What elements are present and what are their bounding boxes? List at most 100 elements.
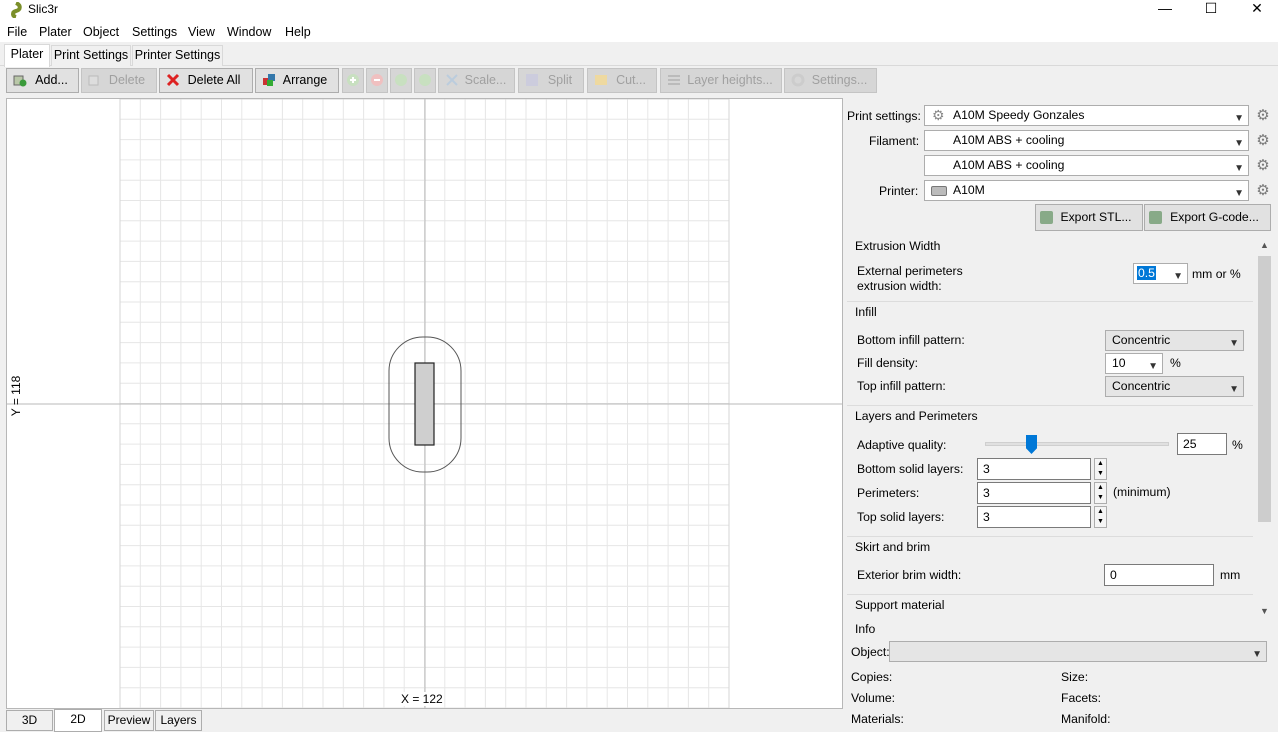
menu-help[interactable]: Help <box>285 25 311 40</box>
fill-density-value: 10 <box>1112 356 1126 370</box>
settings-scrollbar[interactable]: ▲ ▼ <box>1256 238 1273 620</box>
chevron-down-icon: ▼ <box>1234 113 1244 124</box>
view-tab-layers[interactable]: Layers <box>155 710 202 731</box>
support-material-heading: Support material <box>855 598 945 612</box>
delete-icon <box>88 75 99 86</box>
top-infill-value: Concentric <box>1112 379 1171 393</box>
menu-object[interactable]: Object <box>83 25 119 40</box>
menu-bar: File Plater Object Settings View Window … <box>0 22 1278 42</box>
scroll-down-icon[interactable]: ▼ <box>1260 606 1269 616</box>
chevron-down-icon: ▼ <box>1229 338 1239 349</box>
export-stl-button[interactable]: Export STL... <box>1035 204 1143 231</box>
add-icon <box>13 75 27 87</box>
filament-gear-icon[interactable]: ⚙ <box>1254 132 1272 150</box>
layer-heights-label: Layer heights... <box>687 73 773 87</box>
title-bar: Slic3r — ☐ ✕ <box>0 0 1278 22</box>
layer-heights-button[interactable]: Layer heights... <box>660 68 782 93</box>
export-gcode-label: Export G-code... <box>1170 210 1259 224</box>
brim-width-unit: mm <box>1220 568 1241 582</box>
add-button[interactable]: Add... <box>6 68 79 93</box>
filament-2-gear-icon[interactable]: ⚙ <box>1254 157 1272 175</box>
menu-window[interactable]: Window <box>227 25 271 40</box>
export-gcode-button[interactable]: Export G-code... <box>1144 204 1271 231</box>
printer-gear-icon[interactable]: ⚙ <box>1254 182 1272 200</box>
extrusion-width-unit: mm or % <box>1192 267 1241 281</box>
filament-value-2: A10M ABS + cooling <box>953 158 1065 172</box>
split-icon <box>526 74 538 86</box>
view-tab-preview[interactable]: Preview <box>104 710 154 731</box>
scale-button[interactable]: Scale... <box>438 68 515 93</box>
menu-settings[interactable]: Settings <box>132 25 177 40</box>
close-button[interactable]: ✕ <box>1234 0 1278 22</box>
object-select[interactable]: ▼ <box>889 641 1267 662</box>
external-perimeters-width-input[interactable]: 0.5 ▼ <box>1133 263 1188 284</box>
view-tab-2d[interactable]: 2D <box>54 709 102 732</box>
object-settings-button[interactable]: Settings... <box>784 68 877 93</box>
bottom-solid-layers-label: Bottom solid layers: <box>857 462 964 476</box>
cut-button[interactable]: Cut... <box>587 68 657 93</box>
fill-density-label: Fill density: <box>857 356 918 370</box>
arrange-button[interactable]: Arrange <box>255 68 339 93</box>
fill-density-select[interactable]: 10 ▼ <box>1105 353 1163 374</box>
rotate-right-button[interactable] <box>414 68 436 93</box>
bottom-solid-layers-spinner[interactable]: ▲ ▼ <box>1094 458 1107 480</box>
maximize-button[interactable]: ☐ <box>1188 0 1234 22</box>
chevron-down-icon: ▼ <box>1148 361 1158 372</box>
adaptive-quality-slider[interactable] <box>1026 435 1037 454</box>
bottom-infill-select[interactable]: Concentric ▼ <box>1105 330 1244 351</box>
tab-printer-settings[interactable]: Printer Settings <box>132 45 223 66</box>
split-button[interactable]: Split <box>518 68 584 93</box>
filament-select-1[interactable]: A10M ABS + cooling ▼ <box>924 130 1249 151</box>
printer-select[interactable]: A10M ▼ <box>924 180 1249 201</box>
tab-plater[interactable]: Plater <box>4 44 50 67</box>
perimeters-input[interactable]: 3 <box>977 482 1091 504</box>
menu-view[interactable]: View <box>188 25 215 40</box>
filament-select-2[interactable]: A10M ABS + cooling ▼ <box>924 155 1249 176</box>
rotate-left-icon <box>395 74 407 86</box>
top-solid-layers-spinner[interactable]: ▲ ▼ <box>1094 506 1107 528</box>
perimeters-spinner[interactable]: ▲ ▼ <box>1094 482 1107 504</box>
fill-density-unit: % <box>1170 356 1181 370</box>
scrollbar-thumb[interactable] <box>1258 256 1271 522</box>
adaptive-quality-input[interactable]: 25 <box>1177 433 1227 455</box>
scroll-up-icon[interactable]: ▲ <box>1260 240 1269 250</box>
manifold-label: Manifold: <box>1061 712 1111 726</box>
increase-copies-button[interactable] <box>342 68 364 93</box>
brim-width-label: Exterior brim width: <box>857 568 962 582</box>
object-label: Object: <box>851 645 890 659</box>
plater-canvas[interactable]: X = 122 Y = 118 <box>6 98 843 709</box>
chevron-down-icon: ▼ <box>1252 649 1262 660</box>
delete-label: Delete <box>108 73 146 87</box>
view-tab-3d[interactable]: 3D <box>6 710 53 731</box>
bed-grid <box>7 99 842 708</box>
top-infill-select[interactable]: Concentric ▼ <box>1105 376 1244 397</box>
chevron-down-icon: ▼ <box>1234 138 1244 149</box>
tab-print-settings[interactable]: Print Settings <box>51 45 131 66</box>
brim-width-input[interactable]: 0 <box>1104 564 1214 586</box>
plus-icon <box>347 74 359 86</box>
bottom-infill-label: Bottom infill pattern: <box>857 333 965 347</box>
cut-label: Cut... <box>616 73 646 87</box>
menu-file[interactable]: File <box>7 25 27 40</box>
bottom-solid-layers-input[interactable]: 3 <box>977 458 1091 480</box>
external-perimeters-width-value: 0.5 <box>1137 266 1156 280</box>
skirt-brim-heading: Skirt and brim <box>855 540 931 554</box>
scale-label: Scale... <box>464 73 507 87</box>
print-settings-select[interactable]: ⚙ A10M Speedy Gonzales ▼ <box>924 105 1249 126</box>
top-infill-label: Top infill pattern: <box>857 379 946 393</box>
delete-all-button[interactable]: Delete All <box>159 68 253 93</box>
top-solid-layers-input[interactable]: 3 <box>977 506 1091 528</box>
rotate-left-button[interactable] <box>390 68 412 93</box>
decrease-copies-button[interactable] <box>366 68 388 93</box>
object-footprint[interactable] <box>414 362 435 446</box>
delete-all-label: Delete All <box>187 73 241 87</box>
minimize-button[interactable]: — <box>1142 0 1188 22</box>
print-settings-gear-icon[interactable]: ⚙ <box>1254 107 1272 125</box>
perimeters-note: (minimum) <box>1113 485 1171 499</box>
external-perimeters-label: External perimeters <box>857 264 963 278</box>
minus-icon <box>371 74 383 86</box>
layers-perimeters-heading: Layers and Perimeters <box>855 409 978 423</box>
rotate-right-icon <box>419 74 431 86</box>
menu-plater[interactable]: Plater <box>39 25 72 40</box>
delete-button[interactable]: Delete <box>81 68 157 93</box>
